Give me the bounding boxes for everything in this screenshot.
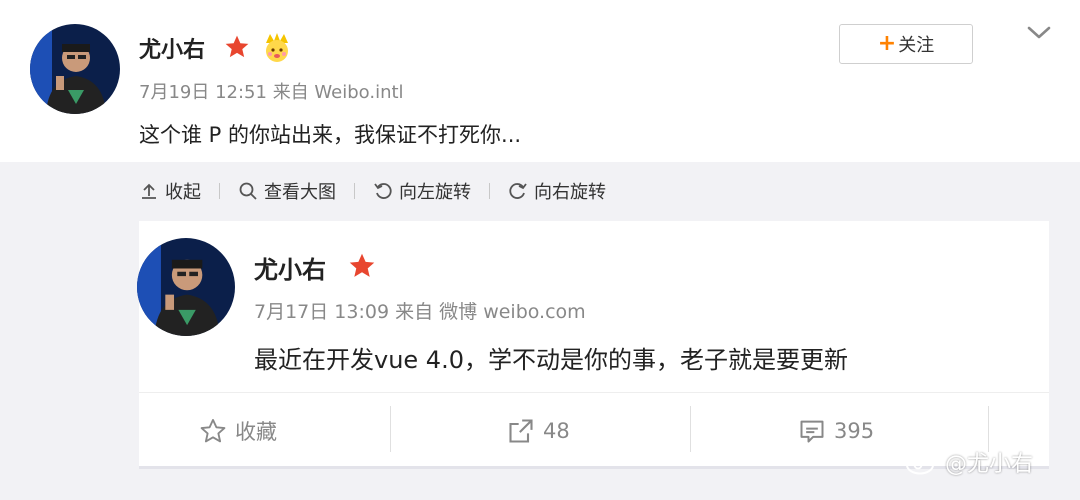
chevron-down-icon[interactable] <box>1025 24 1053 42</box>
avatar[interactable] <box>30 24 120 114</box>
repost-icon <box>509 419 533 443</box>
toolbar-divider <box>219 183 220 199</box>
username[interactable]: 尤小右 <box>139 32 205 64</box>
watermark: @尤小右 <box>905 446 1033 478</box>
red-star-icon <box>349 253 375 277</box>
rotate-right-button[interactable]: 向右旋转 <box>508 178 606 204</box>
collapse-button[interactable]: 收起 <box>139 178 201 204</box>
follow-button[interactable]: + 关注 <box>839 24 973 64</box>
favorite-button: 收藏 <box>199 416 277 446</box>
plus-icon: + <box>877 31 897 56</box>
watermark-text: @尤小右 <box>945 452 1034 477</box>
toolbar-divider <box>489 183 490 199</box>
comment-button: 395 <box>798 416 874 446</box>
star-outline-icon <box>200 418 226 443</box>
rotate-left-icon <box>374 183 392 199</box>
follow-label: 关注 <box>898 35 935 56</box>
repost-count: 48 <box>543 419 570 443</box>
post-source: 来自 Weibo.intl <box>272 82 404 103</box>
action-divider <box>390 406 391 452</box>
divider <box>139 392 1049 393</box>
rotate-right-label: 向右旋转 <box>534 182 606 203</box>
quoted-post-text: 最近在开发vue 4.0，学不动是你的事，老子就是要更新 <box>254 346 848 374</box>
post-text: 这个谁 P 的你站出来，我保证不打死你... <box>139 123 522 147</box>
media-toolbar: 收起 查看大图 向左旋转 向右旋转 <box>139 176 606 206</box>
weibo-logo-icon <box>906 451 938 475</box>
post-meta: 7月19日 12:51 来自 Weibo.intl <box>139 78 404 104</box>
search-icon <box>239 182 257 200</box>
collapse-icon <box>142 183 156 199</box>
comment-count: 395 <box>834 419 875 443</box>
action-divider <box>690 406 691 452</box>
rotate-left-label: 向左旋转 <box>399 182 471 203</box>
quoted-timestamp: 7月17日 13:09 <box>254 301 390 323</box>
quoted-source: 来自 微博 weibo.com <box>395 301 586 323</box>
view-large-label: 查看大图 <box>264 182 336 203</box>
collapse-label: 收起 <box>165 182 201 203</box>
avatar <box>137 238 235 336</box>
view-large-button[interactable]: 查看大图 <box>238 178 336 204</box>
quoted-meta: 7月17日 13:09 来自 微博 weibo.com <box>254 297 586 324</box>
repost-button: 48 <box>507 416 570 446</box>
toolbar-divider <box>354 183 355 199</box>
crown-emoji-icon <box>266 33 288 62</box>
favorite-label: 收藏 <box>235 420 277 444</box>
rotate-right-icon <box>509 183 527 199</box>
post-timestamp[interactable]: 7月19日 12:51 <box>139 82 267 103</box>
rotate-left-button[interactable]: 向左旋转 <box>373 178 471 204</box>
comment-icon <box>800 420 824 443</box>
quoted-username: 尤小右 <box>254 256 326 284</box>
red-star-icon <box>225 35 249 58</box>
